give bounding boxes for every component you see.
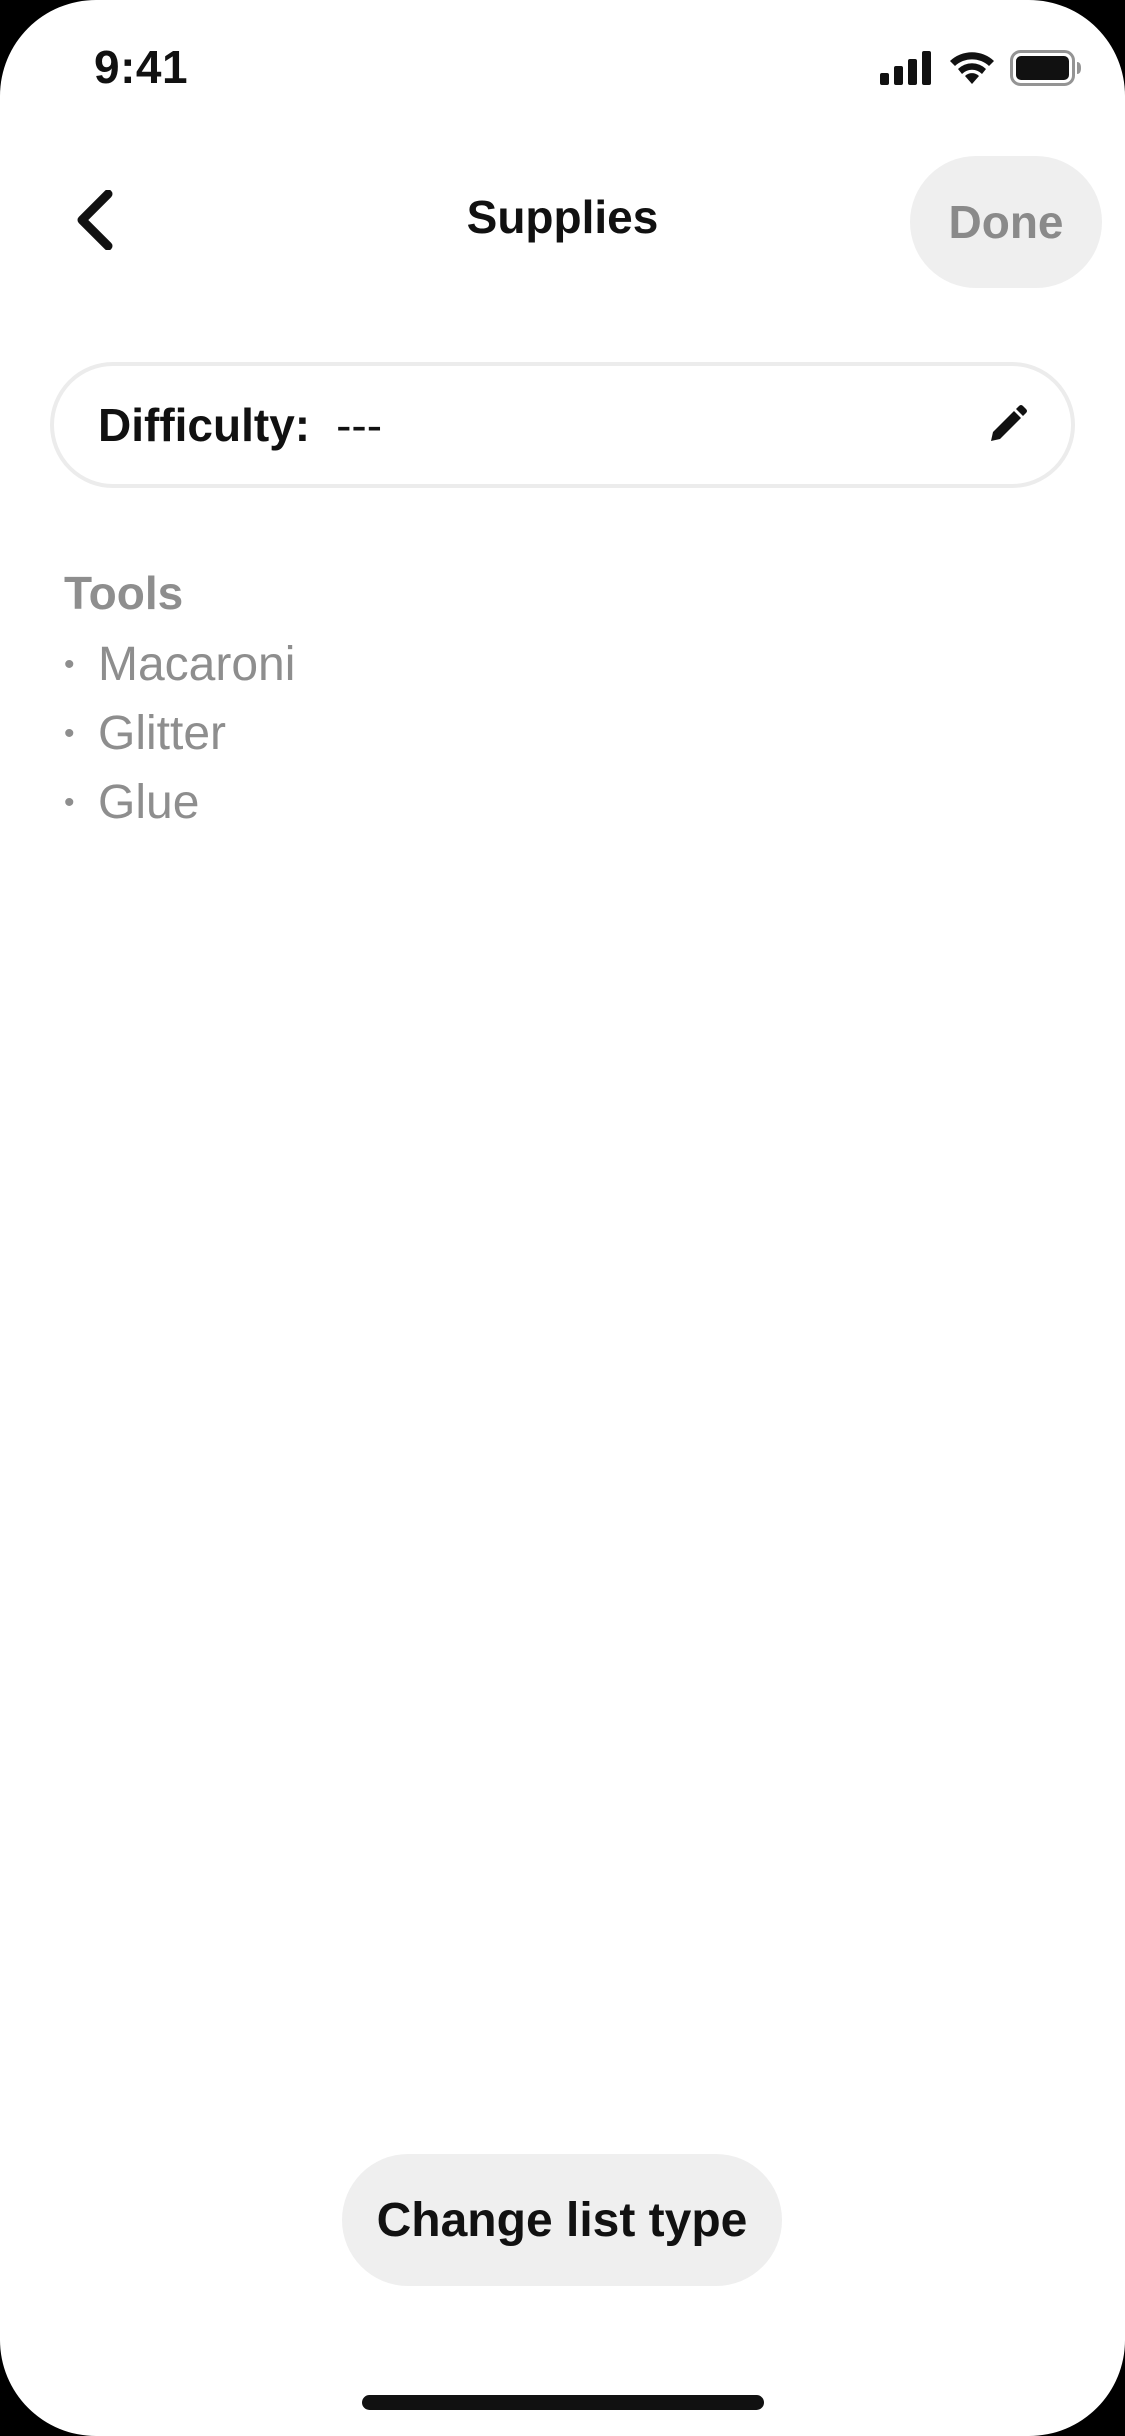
wifi-icon <box>948 50 996 86</box>
done-button[interactable]: Done <box>910 156 1102 288</box>
list-item[interactable]: • Glitter <box>64 699 295 768</box>
back-button[interactable] <box>58 182 130 262</box>
bullet: • <box>64 785 75 819</box>
list-item-label: Macaroni <box>98 638 296 691</box>
cellular-signal-icon <box>880 51 934 85</box>
tools-list: • Macaroni • Glitter • Glue <box>64 630 295 837</box>
home-indicator[interactable] <box>362 2395 764 2410</box>
list-item[interactable]: • Macaroni <box>64 630 295 699</box>
status-bar: 9:41 <box>0 0 1125 140</box>
list-item[interactable]: • Glue <box>64 768 295 837</box>
status-icons <box>880 50 1082 86</box>
list-item-label: Glitter <box>98 707 227 760</box>
difficulty-label: Difficulty: <box>98 399 311 451</box>
list-item-label: Glue <box>98 776 200 829</box>
bullet: • <box>64 647 75 681</box>
change-list-type-button[interactable]: Change list type <box>342 2154 782 2286</box>
difficulty-field[interactable]: Difficulty: --- <box>50 362 1075 488</box>
status-time: 9:41 <box>94 41 189 93</box>
pencil-icon[interactable] <box>983 401 1031 449</box>
difficulty-value: --- <box>336 399 383 451</box>
bullet: • <box>64 716 75 750</box>
chevron-left-icon <box>72 189 116 255</box>
tools-heading: Tools <box>64 567 184 619</box>
battery-icon <box>1010 50 1082 86</box>
screen: 9:41 Supplies Done Difficulty: --- Tools… <box>0 0 1125 2436</box>
